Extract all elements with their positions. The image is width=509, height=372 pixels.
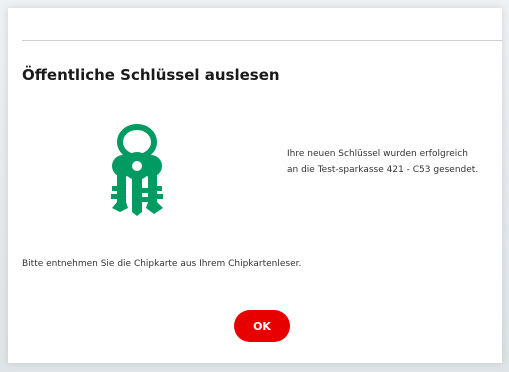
keys-icon [111, 124, 163, 216]
success-message: Ihre neuen Schlüssel wurden erfolgreich … [287, 149, 479, 175]
instruction-text: Bitte entnehmen Sie die Chipkarte aus Ih… [22, 259, 302, 269]
top-divider [22, 40, 502, 41]
dialog-title: Öffentliche Schlüssel auslesen [22, 66, 280, 84]
ok-button[interactable]: OK [234, 310, 290, 342]
dialog-window: Öffentliche Schlüssel auslesen Ihre neue… [8, 8, 502, 363]
